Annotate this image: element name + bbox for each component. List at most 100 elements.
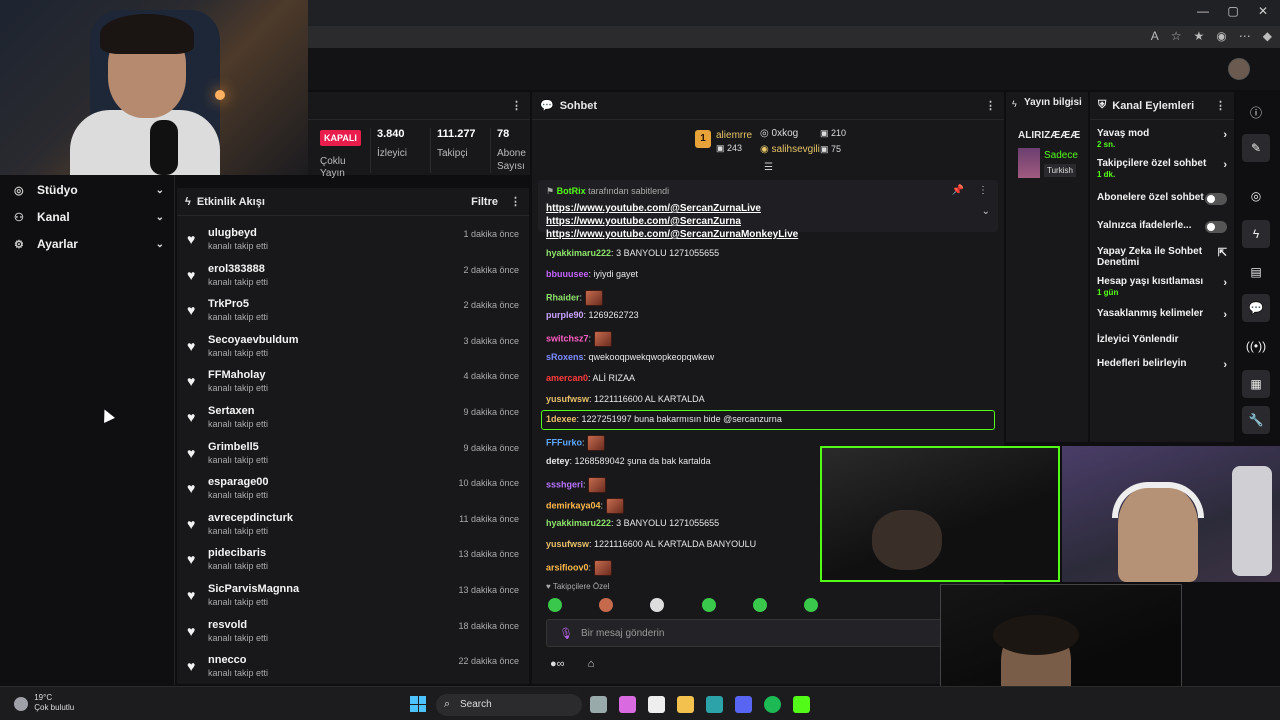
document-icon[interactable]: ▤ bbox=[1242, 258, 1270, 286]
chat-username[interactable]: detey bbox=[546, 456, 570, 466]
copilot-app-icon[interactable] bbox=[619, 696, 636, 713]
taskbar-search[interactable]: ⌕ Search bbox=[436, 694, 582, 716]
sidebar-item-studio[interactable]: ◎ Stüdyo ⌄ bbox=[14, 179, 164, 201]
gifter-name[interactable]: aliemrre bbox=[716, 130, 752, 141]
chat-username[interactable]: FFFurko bbox=[546, 438, 582, 448]
list-item[interactable]: ♥ avrecepdincturk kanalı takip etti 11 daki… bbox=[177, 507, 529, 543]
list-item[interactable]: ♥ nnecco kanalı takip etti 22 dakika önce bbox=[177, 649, 529, 685]
list-item[interactable]: ♥ esparage00 kanalı takip etti 10 dakika ön… bbox=[177, 471, 529, 507]
channel-action-item[interactable]: Hedefleri belirleyin › bbox=[1097, 358, 1227, 371]
chat-username[interactable]: amercan0 bbox=[546, 373, 588, 383]
follower-username[interactable]: esparage00 bbox=[208, 476, 269, 488]
list-item[interactable]: ♥ Sertaxen kanalı takip etti 9 dakika önce bbox=[177, 400, 529, 436]
emote[interactable] bbox=[584, 289, 603, 306]
list-item[interactable]: ♥ TrkPro5 kanalı takip etti 2 dakika önce bbox=[177, 293, 529, 329]
list-item[interactable]: ♥ Grimbell5 kanalı takip etti 9 dakika önce bbox=[177, 436, 529, 472]
follower-username[interactable]: TrkPro5 bbox=[208, 298, 249, 310]
filter-button[interactable]: Filtre bbox=[471, 196, 498, 208]
shop-icon[interactable]: ⌂ bbox=[588, 658, 595, 670]
channel-action-item[interactable]: Takipçilere özel sohbet 1 dk. › bbox=[1097, 158, 1227, 180]
chat-input[interactable]: 🎙 Bir mesaj gönderin bbox=[546, 619, 996, 647]
bolt-icon[interactable]: ϟ bbox=[1242, 220, 1270, 248]
scroll-filter-icon[interactable]: ☰ bbox=[764, 162, 773, 173]
collections-icon[interactable]: ★ bbox=[1194, 29, 1205, 43]
emote[interactable] bbox=[605, 497, 624, 514]
store-icon[interactable]: ▦ bbox=[1242, 370, 1270, 398]
follower-username[interactable]: Secoyaevbuldum bbox=[208, 334, 298, 346]
chat-username[interactable]: Rhaider bbox=[546, 292, 580, 302]
chat-username[interactable]: hyakkimaru222 bbox=[546, 248, 611, 258]
chat-username[interactable]: 1dexee bbox=[546, 414, 577, 424]
kebab-menu-icon[interactable]: ⋮ bbox=[985, 99, 996, 112]
kebab-menu-icon[interactable]: ⋮ bbox=[1215, 99, 1226, 112]
follower-username[interactable]: Sertaxen bbox=[208, 405, 254, 417]
address-bar[interactable] bbox=[308, 26, 1280, 48]
chat-username[interactable]: demirkaya04 bbox=[546, 500, 601, 510]
emote-button[interactable] bbox=[548, 598, 562, 612]
emote-button[interactable] bbox=[650, 598, 665, 612]
emote-button[interactable] bbox=[803, 598, 818, 612]
chat-username[interactable]: purple90 bbox=[546, 310, 584, 320]
emote-button[interactable] bbox=[599, 598, 614, 612]
gifter-name[interactable]: ◎ 0xkog bbox=[760, 128, 798, 139]
emote[interactable] bbox=[588, 476, 607, 493]
emote[interactable] bbox=[593, 560, 612, 576]
chevron-down-icon[interactable]: ⌄ bbox=[982, 206, 990, 217]
kebab-menu-icon[interactable]: ⋮ bbox=[510, 195, 521, 208]
emote-button[interactable] bbox=[752, 598, 767, 612]
chat-username[interactable]: bbuuusee bbox=[546, 269, 589, 279]
spotify-icon[interactable] bbox=[764, 696, 781, 713]
sidebar-item-channel[interactable]: ⚇ Kanal ⌄ bbox=[14, 206, 164, 228]
file-explorer-icon[interactable] bbox=[677, 696, 694, 713]
store-app-icon[interactable] bbox=[648, 696, 665, 713]
list-item[interactable]: ♥ ulugbeyd kanalı takip etti 1 dakika önce bbox=[177, 222, 529, 258]
chat-username[interactable]: switchsz7 bbox=[546, 334, 589, 344]
broadcast-icon[interactable]: ((•)) bbox=[1242, 332, 1270, 360]
channel-action-item[interactable]: Yalnızca ifadelerle... bbox=[1097, 220, 1227, 233]
task-view-icon[interactable] bbox=[590, 696, 607, 713]
follower-username[interactable]: FFMaholay bbox=[208, 369, 265, 381]
channel-action-item[interactable]: Yavaş mod 2 sn. › bbox=[1097, 128, 1227, 150]
maximize-icon[interactable]: ▢ bbox=[1218, 4, 1248, 18]
chat-username[interactable]: ssshgeri bbox=[546, 479, 583, 489]
pin-toggle-icon[interactable]: 📌 bbox=[952, 185, 964, 196]
kebab-menu-icon[interactable]: ⋮ bbox=[978, 185, 988, 196]
follower-username[interactable]: Grimbell5 bbox=[208, 441, 259, 453]
chat-icon[interactable]: 💬 bbox=[1242, 294, 1270, 322]
wrench-icon[interactable]: 🔧 bbox=[1242, 406, 1270, 434]
channel-action-item[interactable]: Abonelere özel sohbet bbox=[1097, 192, 1227, 205]
follower-username[interactable]: resvold bbox=[208, 619, 247, 631]
list-item[interactable]: ♥ Secoyaevbuldum kanalı takip etti 3 dakika… bbox=[177, 329, 529, 365]
follower-username[interactable]: pidecibaris bbox=[208, 547, 266, 559]
channel-action-item[interactable]: Hesap yaşı kısıtlaması 1 gün › bbox=[1097, 276, 1227, 298]
emote[interactable] bbox=[587, 435, 606, 452]
copilot-icon[interactable]: ◆ bbox=[1263, 29, 1272, 43]
pinned-text[interactable]: https://www.youtube.com/@SercanZurnaLive… bbox=[546, 202, 956, 241]
list-item[interactable]: ♥ erol383888 kanalı takip etti 2 dakika önc… bbox=[177, 258, 529, 294]
follower-username[interactable]: nnecco bbox=[208, 654, 247, 666]
follower-username[interactable]: erol383888 bbox=[208, 263, 265, 275]
channel-action-item[interactable]: İzleyici Yönlendir bbox=[1097, 334, 1227, 345]
follower-username[interactable]: SicParvisMagnna bbox=[208, 583, 299, 595]
kick-app-icon[interactable] bbox=[793, 696, 810, 713]
channel-action-item[interactable]: Yapay Zeka ile Sohbet Denetimi ⇱ bbox=[1097, 246, 1227, 268]
toggle-switch[interactable] bbox=[1205, 193, 1227, 205]
chat-username[interactable]: hyakkimaru222 bbox=[546, 518, 611, 528]
info-icon[interactable]: ⓘ bbox=[1242, 98, 1270, 126]
channel-action-item[interactable]: Yasaklanmış kelimeler › bbox=[1097, 308, 1227, 321]
read-aloud-icon[interactable]: A bbox=[1151, 29, 1159, 43]
minimize-icon[interactable]: — bbox=[1188, 4, 1218, 18]
chat-username[interactable]: yusufwsw bbox=[546, 539, 589, 549]
kebab-menu-icon[interactable]: ⋮ bbox=[1066, 100, 1076, 111]
gifter-name[interactable]: ◉ salihsevgili bbox=[760, 144, 820, 155]
close-icon[interactable]: ✕ bbox=[1248, 4, 1278, 18]
profile-icon[interactable]: ◉ bbox=[1216, 29, 1226, 43]
chat-username[interactable]: sRoxens bbox=[546, 352, 584, 362]
kebab-menu-icon[interactable]: ⋮ bbox=[511, 99, 522, 112]
toggle-switch[interactable] bbox=[1205, 221, 1227, 233]
emote-button[interactable] bbox=[701, 598, 716, 612]
emote[interactable] bbox=[593, 331, 612, 348]
more-icon[interactable]: ⋯ bbox=[1239, 29, 1251, 43]
camera-icon[interactable]: ◎ bbox=[1242, 182, 1270, 210]
weather-widget[interactable]: 19°C Çok bulutlu bbox=[14, 693, 74, 715]
